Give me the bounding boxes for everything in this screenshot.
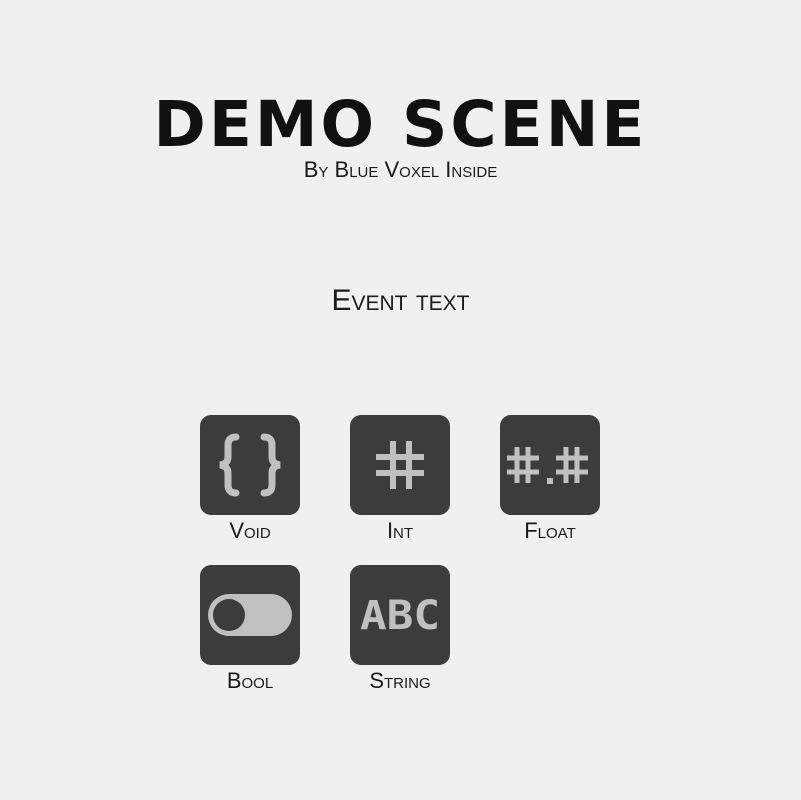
bool-label: Bool	[226, 668, 274, 693]
string-button[interactable]: ABC	[350, 565, 450, 665]
float-hash-icon	[507, 447, 588, 484]
bool-button[interactable]	[200, 565, 300, 665]
page-title: DEMO SCENE	[153, 88, 648, 161]
string-label: String	[369, 668, 431, 693]
int-button[interactable]	[350, 415, 450, 515]
float-label: Float	[524, 518, 576, 543]
hash-icon	[376, 441, 424, 489]
toggle-icon	[208, 594, 292, 636]
float-button[interactable]	[500, 415, 600, 515]
page-subtitle: By Blue Voxel Inside	[303, 157, 498, 182]
event-text: Event text	[331, 284, 470, 317]
string-icon-text: ABC	[360, 593, 440, 639]
abc-text-icon: ABC	[360, 593, 440, 639]
void-button[interactable]	[200, 415, 300, 515]
curly-braces-icon	[219, 433, 281, 497]
void-label: Void	[229, 518, 271, 543]
int-label: Int	[386, 518, 414, 543]
